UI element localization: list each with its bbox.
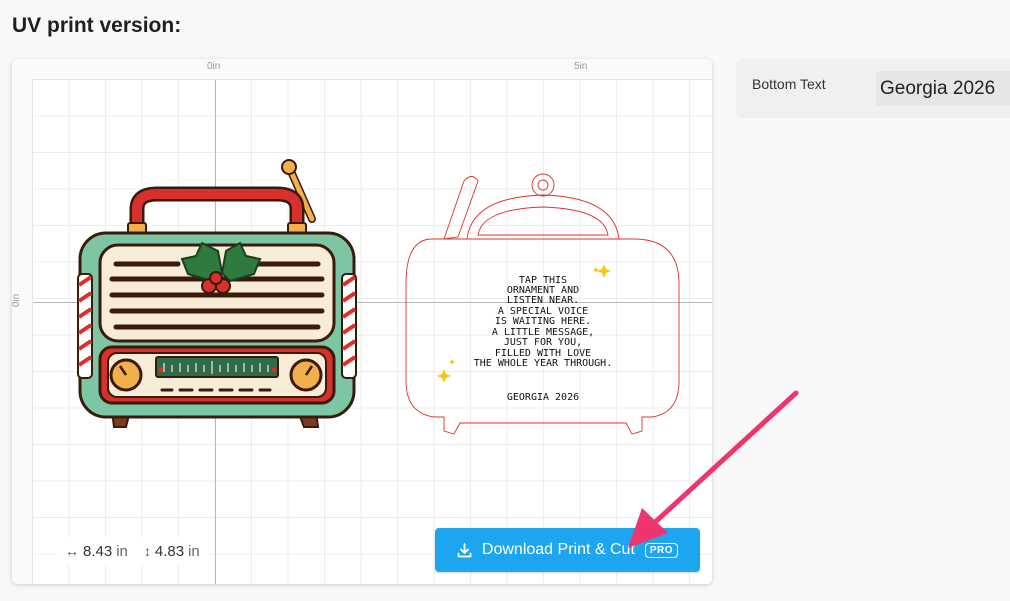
download-print-cut-button[interactable]: Download Print & Cut PRO (435, 528, 700, 572)
pro-badge: PRO (644, 542, 679, 558)
height-readout: ↕ 4.83 in (144, 543, 200, 560)
section-title: UV print version: (12, 14, 182, 37)
vertical-arrows-icon: ↕ (143, 543, 151, 559)
height-unit: in (188, 542, 200, 560)
bottom-text-input[interactable] (876, 71, 1010, 106)
poem-line-3: LISTEN NEAR. (507, 295, 579, 306)
dimensions-readout: ↔ 8.43 in ↕ 4.83 in (57, 537, 208, 565)
width-value: 8.43 (83, 542, 113, 560)
radio-illustration[interactable] (77, 159, 357, 428)
bottom-text-panel: Bottom Text (736, 59, 1010, 118)
height-value: 4.83 (154, 542, 185, 560)
design-artwork: TAP THIS ORNAMENT AND LISTEN NEAR. A SPE… (77, 159, 680, 435)
horizontal-arrows-icon: ↔ (65, 543, 79, 559)
poem-line-7: JUST FOR YOU, (504, 337, 582, 348)
poem-line-5: IS WAITING HERE. (495, 316, 591, 327)
ornament-poem: TAP THIS ORNAMENT AND LISTEN NEAR. A SPE… (474, 275, 612, 403)
download-button-label: Download Print & Cut (481, 541, 635, 558)
download-icon (457, 542, 472, 558)
poem-line-9: THE WHOLE YEAR THROUGH. (474, 358, 612, 369)
bottom-text-label: Bottom Text (752, 76, 826, 92)
width-unit: in (116, 542, 128, 560)
design-canvas[interactable]: 0in 5in 0in TAP THIS ORNAMENT AND LISTEN… (12, 59, 712, 584)
width-readout: ↔ 8.43 in (65, 543, 128, 560)
ornament-bottom-text: GEORGIA 2026 (507, 392, 579, 403)
